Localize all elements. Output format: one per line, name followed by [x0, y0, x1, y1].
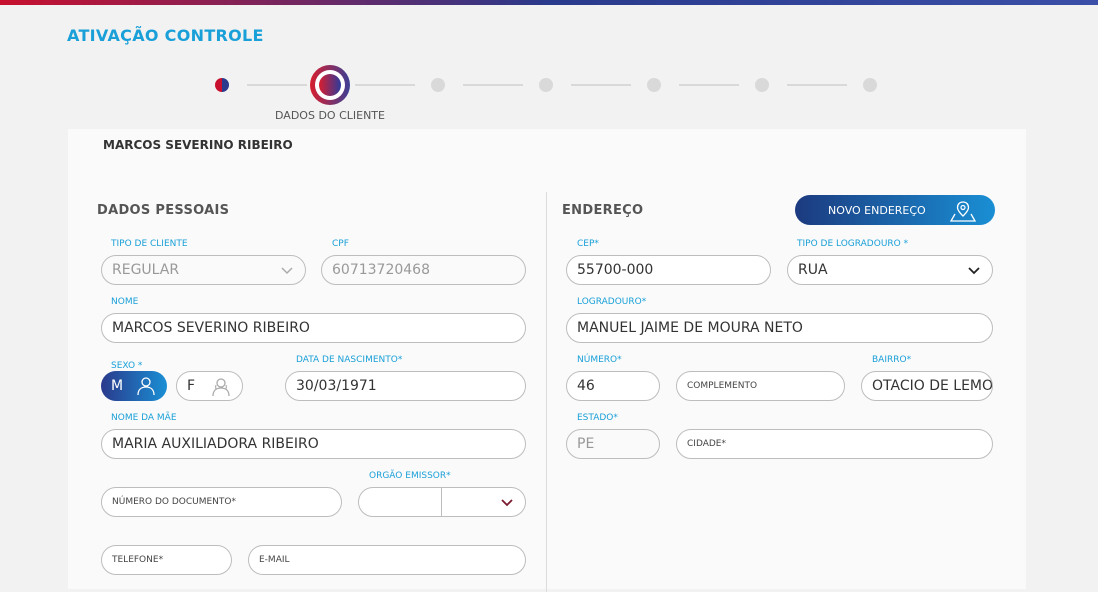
male-user-icon	[137, 377, 155, 396]
novo-endereco-button[interactable]: NOVO ENDEREÇO	[795, 195, 995, 225]
cep-field[interactable]: 55700-000	[566, 255, 771, 285]
estado-field[interactable]: PE	[566, 429, 660, 459]
nome-mae-value: MARIA AUXILIADORA RIBEIRO	[112, 436, 319, 452]
map-pin-icon	[949, 201, 977, 222]
telefone-field[interactable]: TELEFONE*	[101, 545, 232, 575]
complemento-field[interactable]: COMPLEMENTO	[676, 371, 845, 401]
step-connector	[571, 84, 631, 86]
numero-value: 46	[577, 378, 595, 394]
chevron-down-icon	[968, 267, 980, 275]
tipo-logradouro-value: RUA	[798, 262, 828, 278]
step-5[interactable]	[647, 78, 661, 92]
chevron-down-icon	[501, 499, 513, 507]
tipo-cliente-value: REGULAR	[112, 262, 180, 278]
orgao-emissor-select[interactable]	[358, 487, 526, 517]
page-title: ATIVAÇÃO CONTROLE	[67, 26, 264, 45]
cpf-field[interactable]: 60713720468	[321, 255, 526, 285]
sexo-female-label: F	[187, 378, 196, 394]
step-1-done[interactable]	[215, 78, 229, 92]
sexo-female-button[interactable]: F	[176, 371, 243, 401]
chevron-down-icon	[281, 267, 293, 275]
label-numero: NÚMERO*	[577, 355, 622, 365]
nascimento-field[interactable]: 30/03/1971	[285, 371, 526, 401]
complemento-placeholder: COMPLEMENTO	[687, 381, 758, 391]
label-nome: NOME	[111, 297, 139, 307]
label-estado: ESTADO*	[577, 413, 618, 423]
tipo-logradouro-select[interactable]: RUA	[787, 255, 993, 285]
orgao-separator	[441, 488, 442, 516]
bairro-field[interactable]: OTACIO DE LEMOS	[861, 371, 993, 401]
client-form-card: MARCOS SEVERINO RIBEIRO DADOS PESSOAIS T…	[68, 129, 1026, 592]
stepper: DADOS DO CLIENTE	[0, 62, 1098, 132]
nascimento-value: 30/03/1971	[296, 378, 377, 394]
tipo-cliente-select[interactable]: REGULAR	[101, 255, 306, 285]
label-orgao-emissor: ORGÃO EMISSOR*	[369, 471, 451, 481]
cpf-value: 60713720468	[332, 262, 430, 278]
label-logradouro: LOGRADOURO*	[577, 297, 647, 307]
step-active-label: DADOS DO CLIENTE	[275, 109, 385, 122]
step-3[interactable]	[431, 78, 445, 92]
nome-mae-field[interactable]: MARIA AUXILIADORA RIBEIRO	[101, 429, 526, 459]
label-tipo-logradouro: TIPO DE LOGRADOURO *	[797, 239, 909, 249]
label-sexo: SEXO *	[111, 361, 143, 371]
label-bairro: BAIRRO*	[872, 355, 912, 365]
nome-value: MARCOS SEVERINO RIBEIRO	[112, 320, 310, 336]
cidade-placeholder: CIDADE*	[687, 439, 726, 449]
step-4[interactable]	[539, 78, 553, 92]
step-6[interactable]	[755, 78, 769, 92]
documento-field[interactable]: NÚMERO DO DOCUMENTO*	[101, 487, 342, 517]
step-connector	[787, 84, 847, 86]
numero-field[interactable]: 46	[566, 371, 660, 401]
sexo-male-label: M	[111, 378, 124, 394]
column-divider	[546, 192, 547, 592]
section-title-address: ENDEREÇO	[562, 203, 644, 218]
section-title-personal: DADOS PESSOAIS	[97, 203, 230, 218]
email-field[interactable]: E-MAIL	[248, 545, 526, 575]
estado-value: PE	[577, 436, 595, 452]
nome-field[interactable]: MARCOS SEVERINO RIBEIRO	[101, 313, 526, 343]
documento-placeholder: NÚMERO DO DOCUMENTO*	[112, 497, 236, 507]
step-connector	[463, 84, 523, 86]
label-nome-mae: NOME DA MÃE	[111, 413, 177, 423]
novo-endereco-label: NOVO ENDEREÇO	[828, 203, 926, 217]
top-brand-bar	[0, 0, 1098, 5]
cep-value: 55700-000	[577, 262, 654, 278]
step-7[interactable]	[863, 78, 877, 92]
bairro-value: OTACIO DE LEMOS	[872, 378, 993, 394]
client-name: MARCOS SEVERINO RIBEIRO	[103, 138, 293, 152]
logradouro-field[interactable]: MANUEL JAIME DE MOURA NETO	[566, 313, 993, 343]
label-cpf: CPF	[332, 239, 349, 249]
label-cep: CEP*	[577, 239, 599, 249]
step-connector	[247, 84, 307, 86]
label-nascimento: DATA DE NASCIMENTO*	[296, 355, 403, 365]
step-connector	[355, 84, 415, 86]
cidade-field[interactable]: CIDADE*	[676, 429, 993, 459]
logradouro-value: MANUEL JAIME DE MOURA NETO	[577, 320, 803, 336]
step-2-active[interactable]	[310, 65, 350, 105]
telefone-placeholder: TELEFONE*	[112, 555, 164, 565]
step-connector	[679, 84, 739, 86]
female-user-icon	[212, 378, 230, 397]
sexo-male-button[interactable]: M	[101, 371, 167, 401]
email-placeholder: E-MAIL	[259, 555, 290, 565]
label-tipo-cliente: TIPO DE CLIENTE	[111, 239, 188, 249]
